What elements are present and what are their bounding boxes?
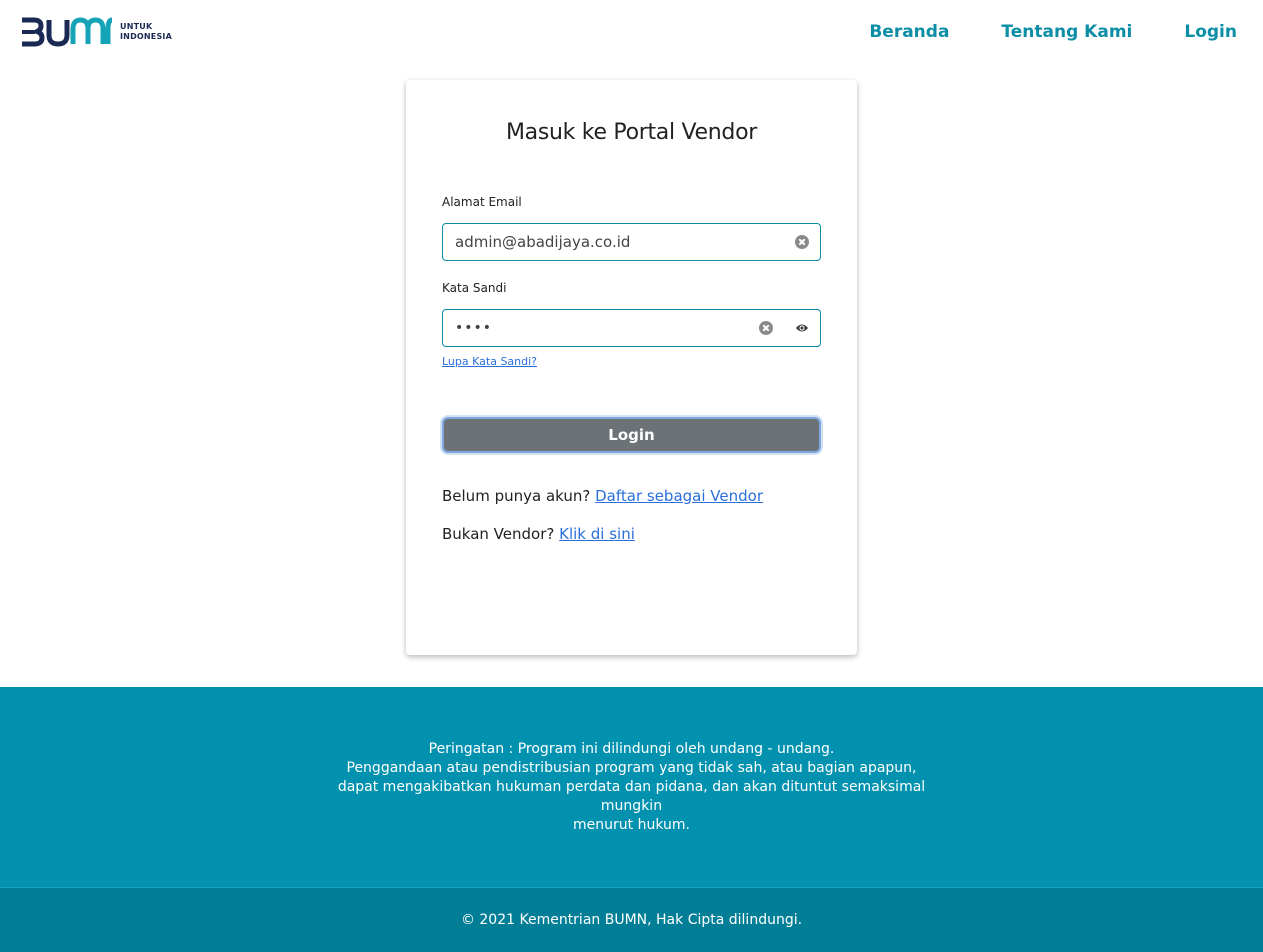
register-line: Belum punya akun? Daftar sebagai Vendor <box>442 487 821 505</box>
nav-login[interactable]: Login <box>1184 22 1237 42</box>
warning-line-2: Penggandaan atau pendistribusian program… <box>346 759 917 776</box>
bumn-logo[interactable]: UNTUK INDONESIA <box>20 17 172 47</box>
password-field-wrapper <box>442 309 821 347</box>
main-nav: Beranda Tentang Kami Login <box>869 22 1237 42</box>
register-vendor-link[interactable]: Daftar sebagai Vendor <box>595 487 763 505</box>
nonvendor-link[interactable]: Klik di sini <box>559 525 635 543</box>
logo-tagline-line2: INDONESIA <box>120 32 173 41</box>
register-prompt: Belum punya akun? <box>442 487 591 505</box>
footer-copyright: © 2021 Kementrian BUMN, Hak Cipta dilind… <box>0 887 1263 952</box>
email-label: Alamat Email <box>442 195 522 209</box>
email-field-wrapper <box>442 223 821 261</box>
forgot-password-link[interactable]: Lupa Kata Sandi? <box>442 355 537 368</box>
warning-line-3: dapat mengakibatkan hukuman perdata dan … <box>337 778 926 814</box>
nav-tentang-kami[interactable]: Tentang Kami <box>1001 22 1132 42</box>
top-header: UNTUK INDONESIA Beranda Tentang Kami Log… <box>0 0 1263 64</box>
page-title: Masuk ke Portal Vendor <box>506 120 757 145</box>
email-field[interactable] <box>443 224 820 260</box>
nonvendor-line: Bukan Vendor? Klik di sini <box>442 525 821 543</box>
clear-email-icon[interactable] <box>795 235 809 249</box>
copyright-text: © 2021 Kementrian BUMN, Hak Cipta dilind… <box>460 912 803 928</box>
clear-password-icon[interactable] <box>759 321 773 335</box>
nav-beranda[interactable]: Beranda <box>869 22 949 42</box>
logo-tagline: UNTUK INDONESIA <box>120 22 172 42</box>
bumn-logo-mark-icon <box>22 17 113 47</box>
login-card: Masuk ke Portal Vendor Alamat Email Kata… <box>406 80 857 655</box>
login-button[interactable]: Login <box>442 417 821 453</box>
footer-warning: Peringatan : Program ini dilindungi oleh… <box>0 687 1263 887</box>
show-password-eye-icon[interactable] <box>795 322 809 334</box>
warning-line-4: menurut hukum. <box>573 816 690 833</box>
password-label: Kata Sandi <box>442 281 507 295</box>
warning-line-1: Peringatan : Program ini dilindungi oleh… <box>428 740 835 757</box>
logo-tagline-line1: UNTUK <box>120 22 153 31</box>
nonvendor-prompt: Bukan Vendor? <box>442 525 555 543</box>
